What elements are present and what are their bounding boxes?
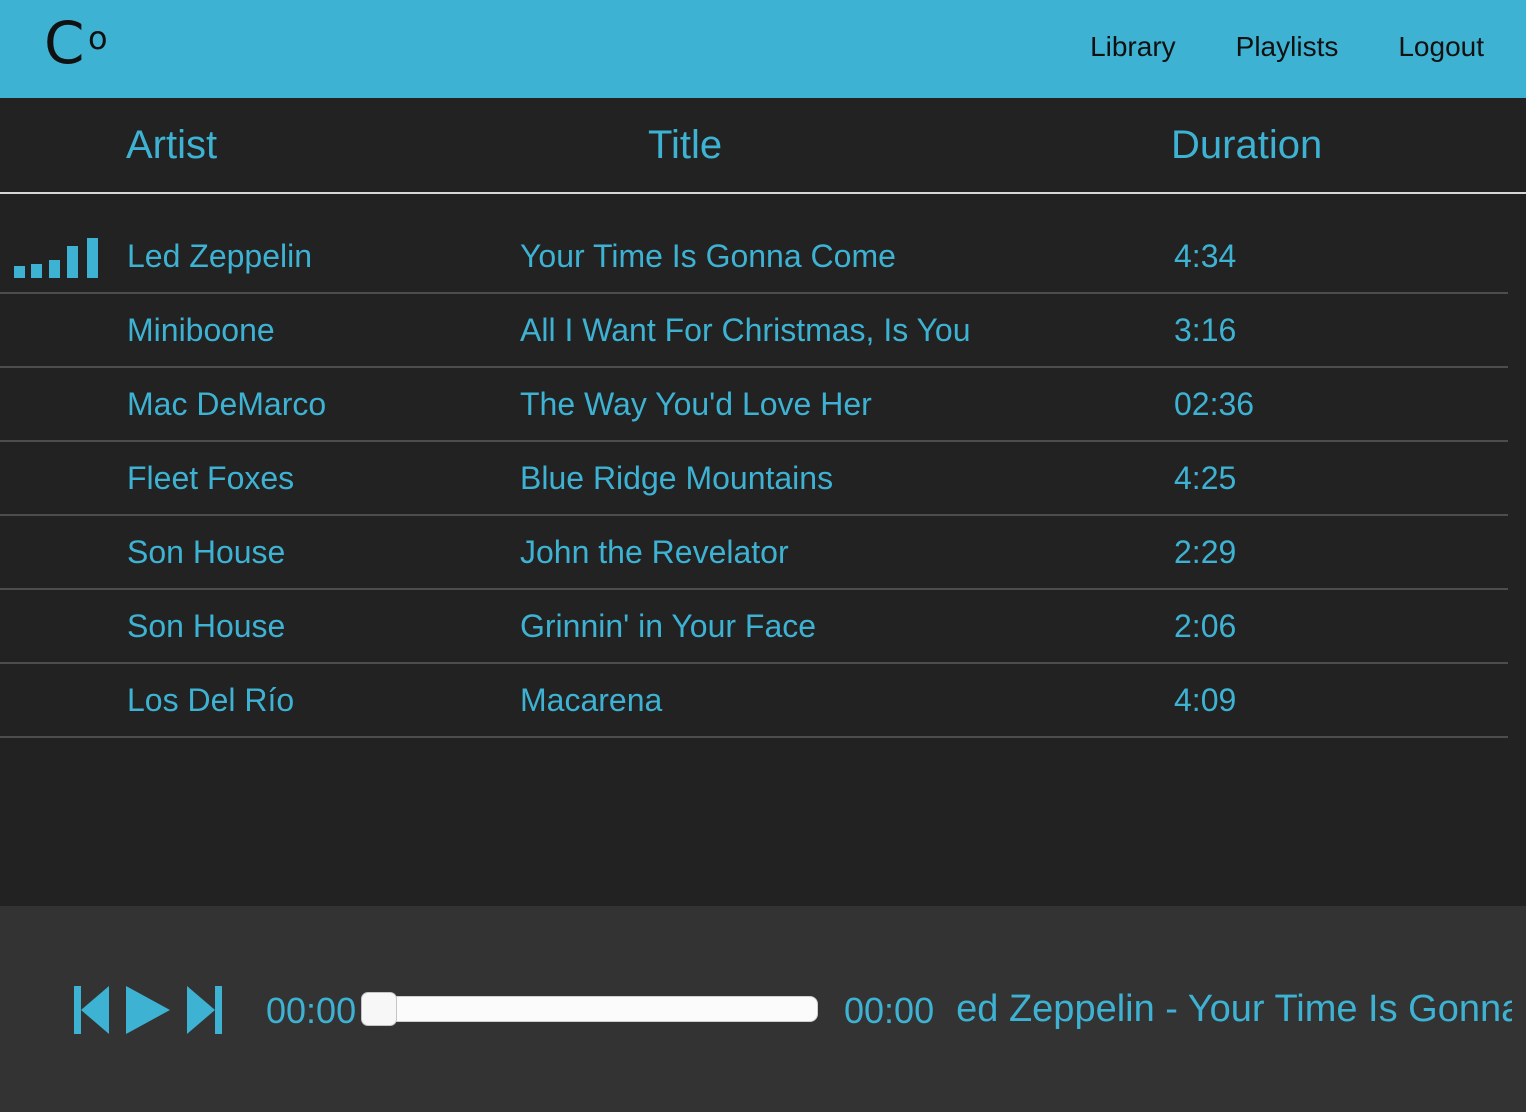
nav-playlists-link[interactable]: Playlists <box>1236 30 1339 64</box>
current-time: 00:00 <box>266 990 357 1031</box>
track-duration: 2:06 <box>1174 608 1237 644</box>
track-row[interactable]: Miniboone All I Want For Christmas, Is Y… <box>0 294 1508 368</box>
track-artist: Led Zeppelin <box>127 238 313 274</box>
progress-track[interactable] <box>362 996 818 1022</box>
now-playing-text: Led Zeppelin - Your Time Is Gonna Come <box>956 988 1512 1030</box>
track-duration: 2:29 <box>1174 534 1237 570</box>
logo-letter: C <box>44 9 85 77</box>
now-playing-marquee: Led Zeppelin - Your Time Is Gonna Come <box>956 986 1512 1034</box>
skip-next-icon[interactable] <box>186 984 222 1041</box>
column-header-duration[interactable]: Duration <box>1171 122 1322 168</box>
track-title: The Way You'd Love Her <box>520 386 872 422</box>
track-artist: Los Del Río <box>127 682 295 718</box>
skip-previous-icon[interactable] <box>74 984 110 1041</box>
track-title: Your Time Is Gonna Come <box>520 238 896 274</box>
track-row[interactable]: Son House John the Revelator 2:29 <box>0 516 1508 590</box>
track-list: Led Zeppelin Your Time Is Gonna Come 4:3… <box>0 220 1508 738</box>
play-icon[interactable] <box>124 984 172 1041</box>
track-artist: Son House <box>127 608 286 644</box>
table-header: Artist Title Duration <box>0 98 1526 194</box>
column-header-title[interactable]: Title <box>648 122 722 168</box>
track-title: Macarena <box>520 682 663 718</box>
track-duration: 4:25 <box>1174 460 1237 496</box>
track-duration: 02:36 <box>1174 386 1255 422</box>
nav-library-link[interactable]: Library <box>1090 30 1176 64</box>
track-title: Blue Ridge Mountains <box>520 460 834 496</box>
track-artist: Mac DeMarco <box>127 386 327 422</box>
track-title: Grinnin' in Your Face <box>520 608 817 644</box>
app-logo[interactable]: C o <box>44 14 108 72</box>
app-header: C o Library Playlists Logout <box>0 0 1526 98</box>
track-artist: Fleet Foxes <box>127 460 295 496</box>
column-header-artist[interactable]: Artist <box>126 122 217 168</box>
track-row[interactable]: Son House Grinnin' in Your Face 2:06 <box>0 590 1508 664</box>
track-duration: 3:16 <box>1174 312 1237 348</box>
track-artist: Son House <box>127 534 286 570</box>
total-time: 00:00 <box>844 990 935 1031</box>
track-duration: 4:34 <box>1174 238 1237 274</box>
track-duration: 4:09 <box>1174 682 1237 718</box>
equalizer-icon <box>14 238 100 278</box>
player-bar: 00:00 00:00 Led Zeppelin - Your Time Is … <box>0 906 1526 1112</box>
track-row[interactable]: Led Zeppelin Your Time Is Gonna Come 4:3… <box>0 220 1508 294</box>
track-row[interactable]: Los Del Río Macarena 4:09 <box>0 664 1508 738</box>
logo-superscript: o <box>88 19 108 57</box>
track-artist: Miniboone <box>127 312 275 348</box>
progress-handle[interactable] <box>361 992 397 1026</box>
nav-logout-link[interactable]: Logout <box>1398 30 1484 64</box>
track-row[interactable]: Mac DeMarco The Way You'd Love Her 02:36 <box>0 368 1508 442</box>
main-nav: Library Playlists Logout <box>1090 30 1484 64</box>
track-title: John the Revelator <box>520 534 789 570</box>
track-row[interactable]: Fleet Foxes Blue Ridge Mountains 4:25 <box>0 442 1508 516</box>
track-title: All I Want For Christmas, Is You <box>520 312 971 348</box>
